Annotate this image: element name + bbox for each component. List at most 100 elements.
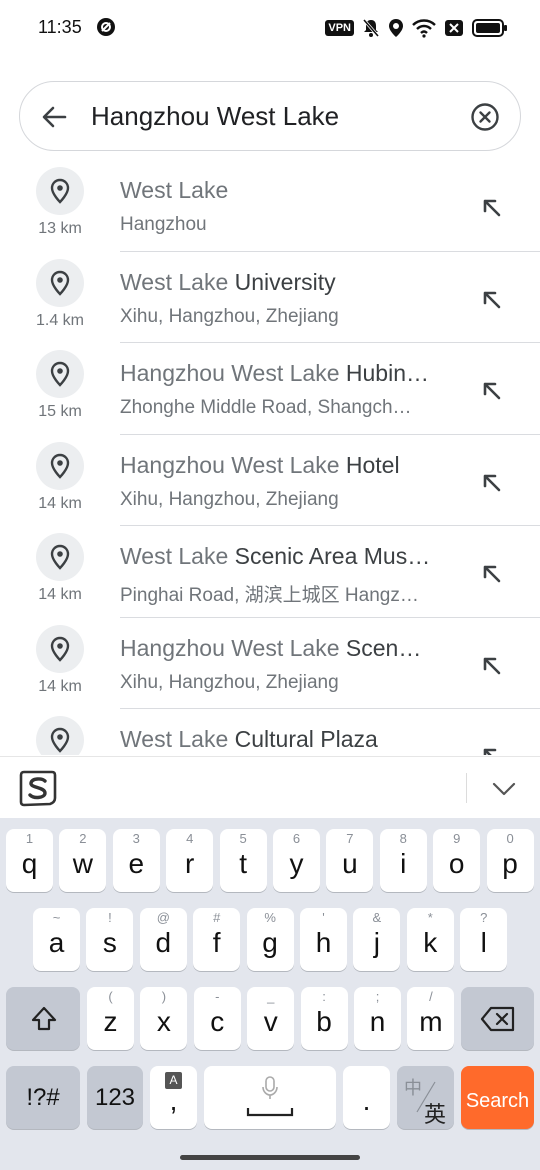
key-m[interactable]: / m bbox=[407, 987, 455, 1050]
key-e[interactable]: 3e bbox=[112, 829, 160, 892]
collapse-chevron-icon[interactable] bbox=[490, 775, 518, 803]
title-match: West Lake bbox=[120, 543, 229, 569]
key-n[interactable]: ; n bbox=[354, 987, 401, 1050]
suggestion-list: 13 km West Lake Hangzhou 1.4 km West Lake Un… bbox=[0, 160, 540, 755]
suggestion-subtitle: Xihu, Hangzhou, Zhejiang bbox=[120, 488, 339, 510]
sogou-logo-icon[interactable] bbox=[18, 768, 58, 808]
fill-query-arrow-icon[interactable] bbox=[480, 654, 502, 676]
suggestion-row[interactable]: 15 km Hangzhou West Lake Hubin… Zhonghe Mi… bbox=[0, 343, 540, 435]
key-k[interactable]: * k bbox=[406, 908, 454, 971]
suggestion-row[interactable]: West Lake Cultural Plaza bbox=[0, 709, 540, 755]
key-label: d bbox=[155, 927, 172, 958]
sim-x-icon bbox=[445, 20, 463, 36]
key-hint: 3 bbox=[132, 831, 140, 846]
key-r[interactable]: 4r bbox=[166, 829, 214, 892]
key-z[interactable]: (z bbox=[87, 987, 134, 1050]
fill-query-arrow-icon[interactable] bbox=[480, 745, 502, 755]
suggestion-subtitle: Xihu, Hangzhou, Zhejiang bbox=[120, 305, 339, 327]
title-match: West Lake bbox=[120, 726, 229, 752]
fill-query-arrow-icon[interactable] bbox=[480, 562, 502, 584]
suggestion-row[interactable]: 13 km West Lake Hangzhou bbox=[0, 160, 540, 252]
period-key[interactable]: . bbox=[343, 1066, 390, 1129]
key-label: . bbox=[362, 1085, 371, 1116]
back-arrow-icon[interactable] bbox=[40, 103, 68, 131]
space-key[interactable] bbox=[204, 1066, 336, 1129]
key-h[interactable]: ' h bbox=[300, 908, 347, 971]
language-switch-key[interactable]: 中英 bbox=[397, 1066, 454, 1129]
suggestion-title: West Lake University bbox=[120, 269, 450, 296]
key-label: b bbox=[316, 1006, 332, 1037]
title-rest: Cultural Plaza bbox=[228, 726, 378, 752]
suggestion-title: West Lake Scenic Area Mus… bbox=[120, 543, 450, 570]
key-q[interactable]: 1q bbox=[6, 829, 53, 892]
key-hint-badge: A bbox=[165, 1072, 182, 1089]
key-label: l bbox=[480, 927, 487, 958]
key-hint: _ bbox=[267, 989, 275, 1004]
notification-app-icon bbox=[97, 18, 115, 36]
key-label: x bbox=[156, 1006, 171, 1037]
backspace-key[interactable] bbox=[461, 987, 534, 1050]
key-w[interactable]: 2w bbox=[59, 829, 107, 892]
key-l[interactable]: ? l bbox=[460, 908, 508, 971]
key-label: v bbox=[263, 1006, 278, 1037]
key-u[interactable]: 7u bbox=[326, 829, 374, 892]
suggestion-row[interactable]: 14 km West Lake Scenic Area Mus… Pinghai R… bbox=[0, 526, 540, 618]
suggestion-row[interactable]: 14 km Hangzhou West Lake Hotel Xihu, Hangz… bbox=[0, 435, 540, 526]
key-hint: / bbox=[429, 989, 433, 1004]
home-indicator[interactable] bbox=[180, 1155, 360, 1160]
key-s[interactable]: ! s bbox=[86, 908, 134, 971]
key-b[interactable]: :b bbox=[300, 987, 348, 1050]
fill-query-arrow-icon[interactable] bbox=[480, 379, 502, 401]
title-rest: Hotel bbox=[339, 451, 400, 478]
key-c[interactable]: -c bbox=[193, 987, 241, 1050]
key-d[interactable]: @ d bbox=[139, 908, 187, 971]
key-label: c bbox=[210, 1006, 225, 1037]
key-j[interactable]: & j bbox=[353, 908, 401, 971]
clear-circle-x-icon[interactable] bbox=[470, 102, 500, 132]
key-label: u bbox=[342, 848, 358, 879]
key-hint: * bbox=[427, 910, 433, 925]
comma-key[interactable]: ,A bbox=[150, 1066, 197, 1129]
backspace-icon bbox=[480, 1006, 515, 1032]
key-hint: 0 bbox=[506, 831, 514, 846]
key-o[interactable]: 9o bbox=[433, 829, 481, 892]
search-bar bbox=[19, 81, 521, 151]
key-hint: # bbox=[213, 910, 221, 925]
distance-label: 14 km bbox=[38, 586, 82, 603]
fill-query-arrow-icon[interactable] bbox=[480, 288, 502, 310]
symbols-key[interactable]: !?# bbox=[6, 1066, 80, 1129]
key-label: f bbox=[212, 927, 221, 958]
key-v[interactable]: _ v bbox=[247, 987, 295, 1050]
suggestion-title: Hangzhou West Lake Scen… bbox=[120, 635, 450, 662]
shift-key[interactable] bbox=[6, 987, 80, 1050]
numbers-key[interactable]: 123 bbox=[87, 1066, 143, 1129]
key-label: Search bbox=[465, 1090, 530, 1112]
key-x[interactable]: ) x bbox=[140, 987, 188, 1050]
key-g[interactable]: % g bbox=[246, 908, 294, 971]
suggestion-title: West Lake Cultural Plaza bbox=[120, 726, 450, 753]
search-input[interactable] bbox=[91, 82, 451, 150]
key-label: g bbox=[262, 927, 278, 958]
distance-label: 1.4 km bbox=[35, 311, 84, 329]
pin-badge bbox=[36, 533, 84, 581]
key-p[interactable]: 0p bbox=[486, 829, 534, 892]
fill-query-arrow-icon[interactable] bbox=[480, 196, 502, 218]
title-rest: Scen… bbox=[339, 634, 422, 661]
key-label: , bbox=[169, 1085, 178, 1116]
key-i[interactable]: 8i bbox=[379, 829, 427, 892]
key-hint: ' bbox=[322, 910, 325, 925]
key-label: k bbox=[423, 927, 438, 958]
suggestion-row[interactable]: 14 km Hangzhou West Lake Scen… Xihu, Hangz… bbox=[0, 618, 540, 709]
search-key[interactable]: Search bbox=[461, 1066, 534, 1129]
key-a[interactable]: ~ a bbox=[33, 908, 80, 971]
key-label: y bbox=[289, 848, 304, 879]
key-y[interactable]: 6y bbox=[273, 829, 320, 892]
key-label: i bbox=[400, 848, 407, 879]
key-t[interactable]: 5t bbox=[219, 829, 267, 892]
clock: 11:35 bbox=[38, 17, 82, 37]
pin-badge bbox=[36, 258, 84, 307]
fill-query-arrow-icon[interactable] bbox=[480, 471, 502, 493]
suggestion-row[interactable]: 1.4 km West Lake University Xihu, Hangzhou… bbox=[0, 252, 540, 343]
key-f[interactable]: # f bbox=[193, 908, 241, 971]
battery-icon bbox=[472, 19, 507, 37]
